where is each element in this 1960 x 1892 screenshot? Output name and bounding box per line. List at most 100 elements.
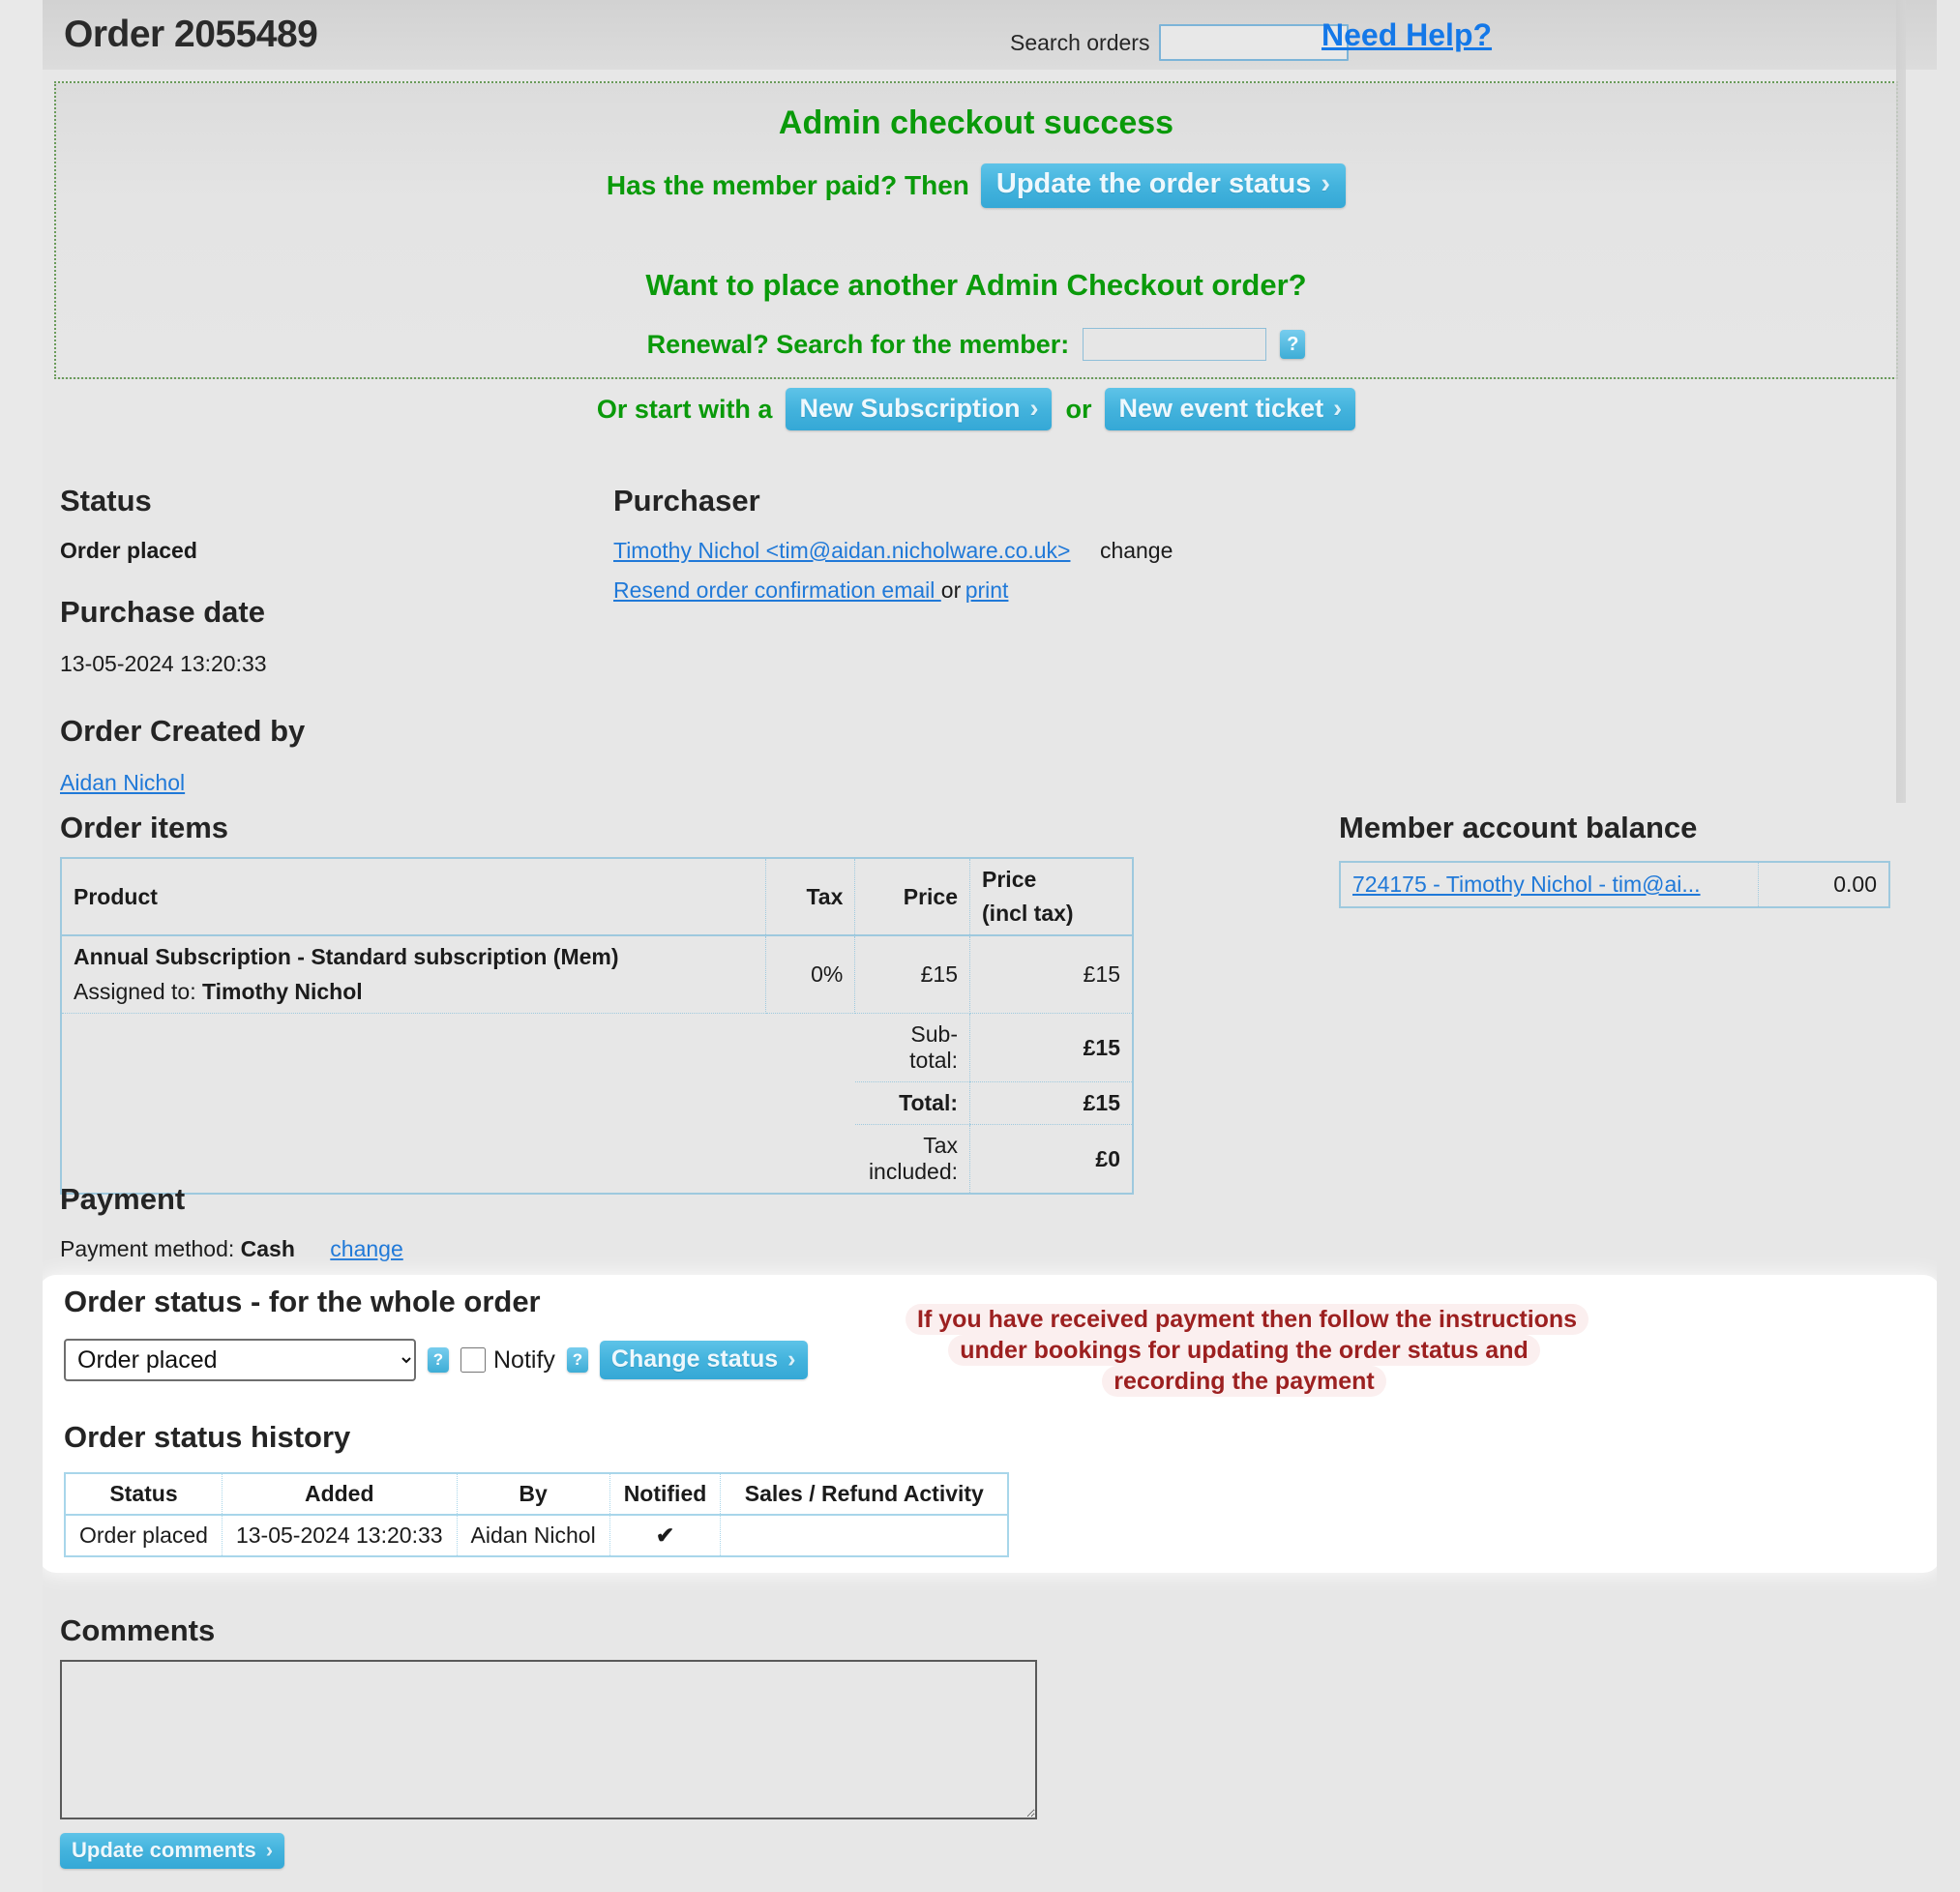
paid-question-label: Has the member paid? Then bbox=[606, 170, 969, 200]
member-search-input[interactable] bbox=[1083, 328, 1267, 361]
order-status-select[interactable]: Order placed bbox=[64, 1339, 416, 1381]
new-subscription-label: New Subscription bbox=[799, 394, 1021, 423]
or-label: or bbox=[1065, 394, 1092, 424]
chevron-right-icon: › bbox=[265, 1838, 274, 1862]
need-help-link[interactable]: Need Help? bbox=[1322, 17, 1492, 53]
spacer-cell bbox=[61, 1014, 765, 1082]
order-status-controls: Order placed ? Notify ? Change status › bbox=[64, 1339, 808, 1381]
column-header-tax: Tax bbox=[764, 857, 856, 936]
page-left-gutter bbox=[0, 0, 43, 1892]
help-icon[interactable]: ? bbox=[1280, 330, 1306, 359]
assigned-name: Timothy Nichol bbox=[201, 979, 363, 1004]
start-with-label: Or start with a bbox=[596, 394, 773, 424]
member-account-balance-table: 724175 - Timothy Nichol - tim@ai... 0.00 bbox=[1339, 861, 1890, 908]
tax-included-label: Tax included: bbox=[854, 1124, 970, 1195]
paid-question-row: Has the member paid? Then Update the ord… bbox=[56, 163, 1896, 208]
member-account-link[interactable]: 724175 - Timothy Nichol - tim@ai... bbox=[1352, 872, 1701, 897]
new-subscription-button[interactable]: New Subscription › bbox=[786, 388, 1053, 430]
order-status-heading: Order status - for the whole order bbox=[64, 1285, 541, 1318]
purchase-date-heading: Purchase date bbox=[60, 595, 265, 629]
cell-sales-refund-activity bbox=[720, 1514, 1009, 1557]
column-header-status: Status bbox=[64, 1472, 223, 1516]
admin-checkout-success-panel: Admin checkout success Has the member pa… bbox=[54, 81, 1898, 430]
success-title: Admin checkout success bbox=[778, 104, 1174, 141]
spacer-cell bbox=[765, 1014, 855, 1082]
page-right-gutter bbox=[1937, 0, 1960, 1892]
cell-member-account: 724175 - Timothy Nichol - tim@ai... bbox=[1339, 861, 1759, 908]
column-header-added: Added bbox=[221, 1472, 458, 1516]
column-header-by: By bbox=[456, 1472, 610, 1516]
order-status-history-table: Status Added By Notified Sales / Refund … bbox=[64, 1472, 1010, 1557]
notify-group: Notify bbox=[460, 1346, 555, 1375]
order-created-by-heading: Order Created by bbox=[60, 714, 306, 748]
product-name: Annual Subscription - Standard subscript… bbox=[74, 944, 619, 969]
purchase-date-value: 13-05-2024 13:20:33 bbox=[60, 651, 267, 676]
order-items-table: Product Tax Price Price (incl tax) Annua… bbox=[60, 857, 1134, 1195]
assigned-label: Assigned to: bbox=[74, 979, 202, 1004]
subtotal-row: Sub-total: £15 bbox=[61, 1013, 1134, 1082]
scrollbar[interactable] bbox=[1896, 0, 1906, 803]
order-items-heading: Order items bbox=[60, 811, 229, 844]
new-event-ticket-button[interactable]: New event ticket › bbox=[1105, 388, 1356, 430]
resend-order-confirmation-email-link[interactable]: Resend order confirmation email bbox=[613, 577, 941, 603]
or-label: or bbox=[940, 577, 962, 603]
notify-checkbox[interactable] bbox=[460, 1347, 486, 1373]
cell-added: 13-05-2024 13:20:33 bbox=[221, 1514, 458, 1557]
help-icon[interactable]: ? bbox=[428, 1347, 449, 1373]
checkmark-icon: ✔ bbox=[609, 1514, 722, 1557]
purchaser-change-label[interactable]: change bbox=[1100, 538, 1173, 563]
comments-heading: Comments bbox=[60, 1613, 216, 1647]
renewal-search-row: Renewal? Search for the member: ? bbox=[56, 328, 1896, 361]
status-heading: Status bbox=[60, 484, 152, 517]
table-row: Order placed 13-05-2024 13:20:33 Aidan N… bbox=[64, 1514, 1009, 1557]
payment-method-label: Payment method: bbox=[60, 1236, 241, 1261]
column-header-price-line1: Price bbox=[982, 867, 1037, 892]
cell-price-incl-tax: £15 bbox=[969, 934, 1134, 1014]
purchaser-heading: Purchaser bbox=[613, 484, 760, 517]
subtotal-value: £15 bbox=[969, 1013, 1134, 1082]
search-orders-label: Search orders bbox=[1010, 29, 1150, 55]
update-order-status-button[interactable]: Update the order status › bbox=[980, 163, 1347, 208]
cell-balance-value: 0.00 bbox=[1758, 861, 1890, 908]
table-row: 724175 - Timothy Nichol - tim@ai... 0.00 bbox=[1339, 861, 1890, 908]
comments-textarea[interactable] bbox=[60, 1660, 1037, 1819]
chevron-right-icon: › bbox=[1333, 394, 1343, 423]
table-header-row: Product Tax Price Price (incl tax) bbox=[60, 857, 1134, 936]
payment-method-row: Payment method: Cash change bbox=[60, 1236, 403, 1262]
page-content: Order 2055489 Search orders Need Help? A… bbox=[39, 0, 1941, 1892]
order-created-by-link[interactable]: Aidan Nichol bbox=[60, 770, 185, 795]
payment-instructions-callout: If you have received payment then follow… bbox=[906, 1304, 1589, 1397]
payment-instructions-text: If you have received payment then follow… bbox=[906, 1304, 1589, 1397]
total-row: Total: £15 bbox=[61, 1081, 1134, 1125]
chevron-right-icon: › bbox=[787, 1345, 796, 1373]
chevron-right-icon: › bbox=[1321, 168, 1331, 199]
member-account-balance-heading: Member account balance bbox=[1339, 811, 1698, 844]
update-comments-group: Update comments › bbox=[60, 1833, 285, 1869]
payment-change-link[interactable]: change bbox=[330, 1236, 402, 1261]
change-status-button[interactable]: Change status › bbox=[599, 1341, 808, 1379]
notify-label: Notify bbox=[493, 1345, 555, 1374]
print-link[interactable]: print bbox=[965, 577, 1009, 603]
cell-status: Order placed bbox=[64, 1514, 223, 1557]
page-root: Order 2055489 Search orders Need Help? A… bbox=[0, 0, 1960, 1892]
total-label: Total: bbox=[854, 1081, 970, 1125]
spacer-cell bbox=[765, 1082, 855, 1125]
purchaser-column: Purchaser Timothy Nichol <tim@aidan.nich… bbox=[613, 484, 1349, 604]
spacer-cell bbox=[765, 1125, 855, 1195]
total-value: £15 bbox=[969, 1081, 1134, 1125]
tax-included-value: £0 bbox=[969, 1124, 1134, 1195]
cell-price: £15 bbox=[854, 934, 971, 1014]
column-header-price-incl-tax: Price (incl tax) bbox=[969, 857, 1134, 936]
update-comments-label: Update comments bbox=[72, 1838, 256, 1862]
column-header-price: Price bbox=[854, 857, 971, 936]
update-comments-button[interactable]: Update comments › bbox=[60, 1833, 285, 1869]
order-status-history-heading: Order status history bbox=[64, 1420, 351, 1454]
cell-product: Annual Subscription - Standard subscript… bbox=[60, 934, 766, 1014]
column-header-product: Product bbox=[60, 857, 766, 936]
payment-method-value: Cash bbox=[240, 1236, 295, 1261]
purchaser-name-email-link[interactable]: Timothy Nichol <tim@aidan.nicholware.co.… bbox=[613, 538, 1070, 563]
column-header-notified: Notified bbox=[609, 1472, 722, 1516]
column-header-price-line2: (incl tax) bbox=[982, 901, 1074, 926]
page-header bbox=[43, 0, 1937, 70]
help-icon[interactable]: ? bbox=[566, 1347, 588, 1373]
